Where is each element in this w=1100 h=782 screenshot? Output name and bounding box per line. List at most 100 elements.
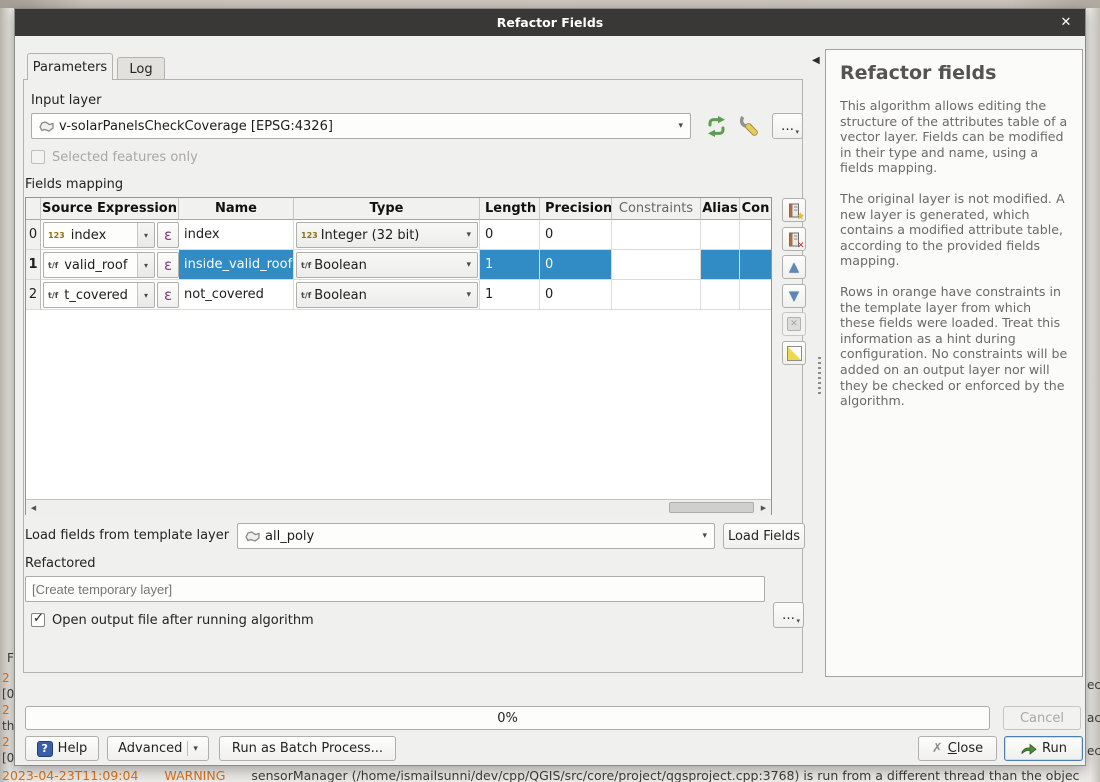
run-button[interactable]: Run <box>1004 736 1083 761</box>
type-cell[interactable]: 123 Integer (32 bit) ▾ <box>294 220 480 250</box>
corner-header <box>26 198 41 220</box>
table-row[interactable]: 1 t/f valid_roof ▾ ε inside_valid_roof t… <box>26 250 771 280</box>
type-cell[interactable]: t/f Boolean ▾ <box>294 250 480 280</box>
chevron-down-icon[interactable]: ▾ <box>137 223 154 247</box>
close-button[interactable]: ✗ Close <box>918 736 997 761</box>
move-field-down-button[interactable]: ▼ <box>782 284 806 308</box>
polygon-layer-icon <box>244 530 261 543</box>
log-text: sensorManager (/home/ismailsunni/dev/cpp… <box>251 768 1079 782</box>
column-header-constraints[interactable]: Constraints <box>612 198 701 220</box>
precision-cell[interactable]: 0 <box>540 250 612 280</box>
ellipsis-label: … <box>782 608 795 623</box>
constraints-cell[interactable] <box>612 250 701 280</box>
length-cell[interactable]: 1 <box>480 280 540 310</box>
name-cell[interactable]: index <box>179 220 294 250</box>
column-header-source[interactable]: Source Expression <box>41 198 179 220</box>
type-value: Integer (32 bit) <box>321 228 420 243</box>
chevron-down-icon: ▾ <box>678 121 683 131</box>
move-field-up-button[interactable]: ▲ <box>782 255 806 279</box>
column-header-alias[interactable]: Alias <box>701 198 740 220</box>
help-button[interactable]: ? Help <box>25 736 99 761</box>
row-header[interactable]: 0 <box>26 220 41 250</box>
con-cell[interactable] <box>740 280 771 310</box>
column-header-type[interactable]: Type <box>294 198 480 220</box>
type-cell[interactable]: t/f Boolean ▾ <box>294 280 480 310</box>
panel-splitter[interactable] <box>818 357 821 397</box>
invert-selection-button[interactable] <box>782 341 806 365</box>
table-row[interactable]: 2 t/f t_covered ▾ ε not_covered t/f Bool… <box>26 280 771 310</box>
length-cell[interactable]: 1 <box>480 250 540 280</box>
type-combobox[interactable]: t/f Boolean ▾ <box>296 252 478 278</box>
table-row[interactable]: 0 123 index ▾ ε index 123 Integer (32 bi… <box>26 220 771 250</box>
column-header-length[interactable]: Length <box>480 198 540 220</box>
column-header-precision[interactable]: Precision <box>540 198 612 220</box>
constraints-cell[interactable] <box>612 220 701 250</box>
load-fields-button[interactable]: Load Fields <box>723 523 805 549</box>
con-cell[interactable] <box>740 250 771 280</box>
log-fragment: [0 <box>2 751 14 765</box>
advanced-button[interactable]: Advanced ▾ <box>107 736 209 761</box>
source-field-combobox[interactable]: t/f valid_roof ▾ <box>43 252 155 278</box>
precision-cell[interactable]: 0 <box>540 220 612 250</box>
dialog-title: Refactor Fields <box>497 15 603 30</box>
chevron-down-icon[interactable]: ▾ <box>137 283 154 307</box>
con-cell[interactable] <box>740 220 771 250</box>
delete-field-button[interactable]: ✕ <box>782 227 806 251</box>
type-value: Boolean <box>314 288 367 303</box>
name-cell[interactable]: not_covered <box>179 280 294 310</box>
tab-parameters[interactable]: Parameters <box>27 53 113 80</box>
source-field-combobox[interactable]: 123 index ▾ <box>43 222 155 248</box>
source-expression-cell[interactable]: t/f valid_roof ▾ ε <box>41 250 179 280</box>
precision-cell[interactable]: 0 <box>540 280 612 310</box>
output-browse-button[interactable]: … ▾ <box>773 602 804 628</box>
tab-log[interactable]: Log <box>117 57 165 80</box>
expression-editor-button[interactable]: ε <box>157 222 179 248</box>
column-header-con[interactable]: Con <box>740 198 771 220</box>
chevron-down-icon: ▾ <box>466 230 471 240</box>
fields-mapping-table[interactable]: Source Expression Name Type Length Preci… <box>25 197 772 515</box>
expression-editor-button[interactable]: ε <box>157 282 179 308</box>
type-combobox[interactable]: t/f Boolean ▾ <box>296 282 478 308</box>
row-header[interactable]: 2 <box>26 280 41 310</box>
alias-cell[interactable] <box>701 220 740 250</box>
length-cell[interactable]: 0 <box>480 220 540 250</box>
output-file-input[interactable] <box>25 576 765 602</box>
expression-editor-button[interactable]: ε <box>157 252 179 278</box>
add-field-button[interactable]: ★ <box>782 198 806 222</box>
clear-icon: ✕ <box>787 317 801 331</box>
chevron-down-icon[interactable]: ▾ <box>137 253 154 277</box>
input-layer-browse-button[interactable]: … ▾ <box>772 113 803 139</box>
help-label: Help <box>58 741 88 756</box>
close-icon[interactable]: ✕ <box>1057 13 1075 31</box>
column-header-name[interactable]: Name <box>179 198 294 220</box>
close-label: Close <box>948 741 983 756</box>
iterate-over-layer-icon[interactable] <box>701 113 731 139</box>
dialog-titlebar[interactable]: Refactor Fields ✕ <box>15 9 1085 36</box>
scroll-left-icon[interactable]: ◀ <box>26 500 41 515</box>
collapse-help-panel-icon[interactable]: ◀ <box>812 55 820 66</box>
scrollbar-thumb[interactable] <box>669 502 754 513</box>
source-expression-cell[interactable]: 123 index ▾ ε <box>41 220 179 250</box>
constraints-cell[interactable] <box>612 280 701 310</box>
horizontal-scrollbar[interactable]: ◀ ▶ <box>26 499 771 515</box>
row-header[interactable]: 1 <box>26 250 41 280</box>
type-combobox[interactable]: 123 Integer (32 bit) ▾ <box>296 222 478 248</box>
delete-field-icon: ✕ <box>787 232 802 247</box>
open-output-checkbox[interactable]: ✓ <box>31 613 45 627</box>
alias-cell[interactable] <box>701 280 740 310</box>
log-fragment: ec <box>1087 744 1100 758</box>
source-field-combobox[interactable]: t/f t_covered ▾ <box>43 282 155 308</box>
input-layer-combobox[interactable]: v-solarPanelsCheckCoverage [EPSG:4326] ▾ <box>31 113 691 139</box>
boolean-field-icon: t/f <box>301 291 311 300</box>
alias-cell[interactable] <box>701 250 740 280</box>
selected-features-checkbox <box>31 150 45 164</box>
scroll-right-icon[interactable]: ▶ <box>756 500 771 515</box>
name-cell[interactable]: inside_valid_roof <box>179 250 294 280</box>
run-as-batch-button[interactable]: Run as Batch Process... <box>219 736 396 761</box>
source-expression-cell[interactable]: t/f t_covered ▾ ε <box>41 280 179 310</box>
cancel-button: Cancel <box>1003 706 1081 730</box>
options-wrench-icon[interactable] <box>736 113 766 139</box>
template-layer-label: Load fields from template layer <box>25 528 229 543</box>
close-x-icon: ✗ <box>932 741 943 756</box>
template-layer-combobox[interactable]: all_poly ▾ <box>237 523 715 549</box>
